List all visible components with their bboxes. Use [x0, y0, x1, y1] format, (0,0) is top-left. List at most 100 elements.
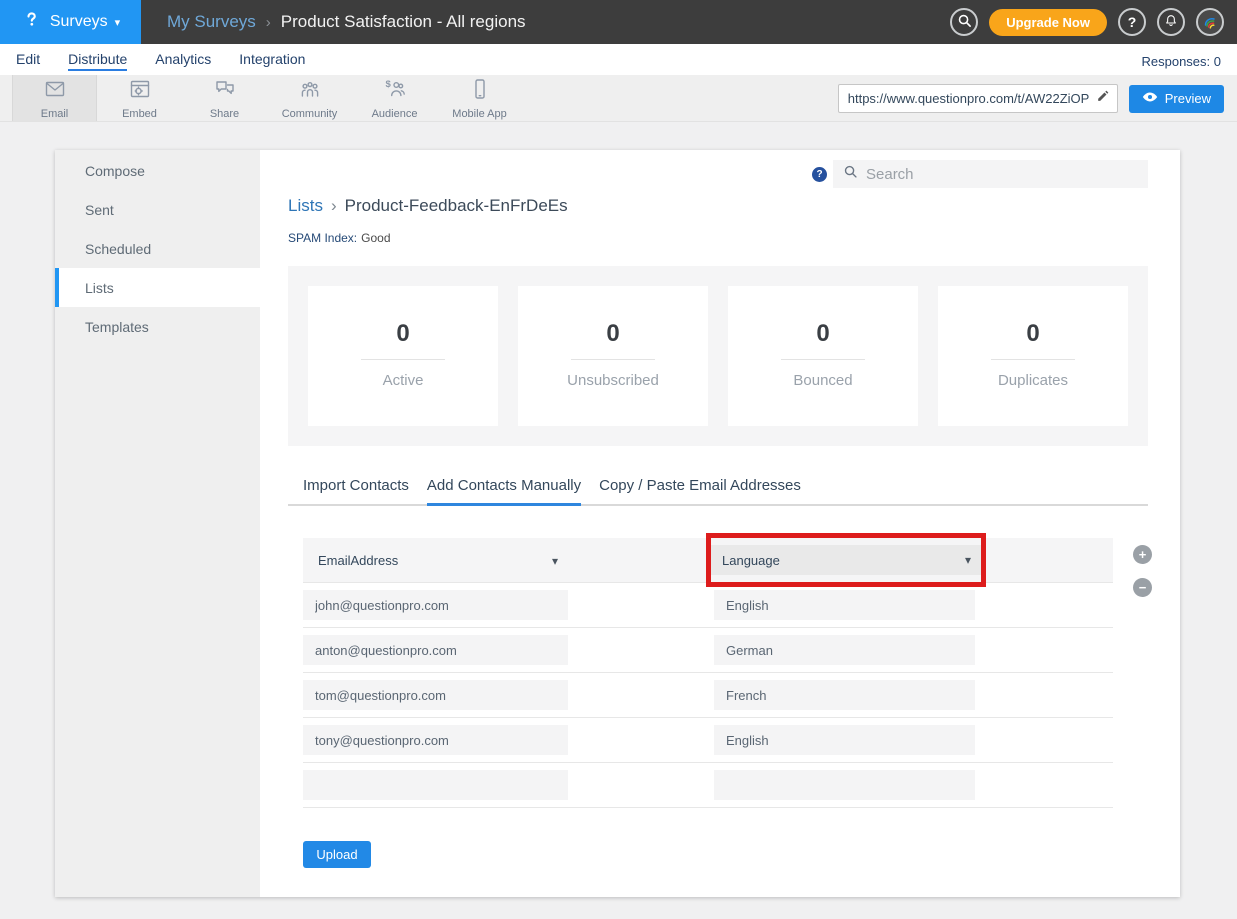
- lists-link[interactable]: Lists: [288, 196, 323, 216]
- topbar-actions: Upgrade Now ?: [950, 8, 1237, 36]
- channel-label: Embed: [122, 108, 157, 120]
- preview-label: Preview: [1165, 91, 1211, 106]
- stat-label: Duplicates: [998, 372, 1068, 389]
- breadcrumb-separator-icon: [331, 196, 337, 216]
- stat-divider: [781, 359, 865, 360]
- breadcrumb-my-surveys[interactable]: My Surveys: [167, 12, 256, 32]
- search-icon: [843, 164, 858, 184]
- stat-card-unsubscribed: 0 Unsubscribed: [518, 286, 708, 426]
- tab-distribute[interactable]: Distribute: [68, 51, 127, 71]
- top-bar: Surveys My Surveys Product Satisfaction …: [0, 0, 1237, 44]
- email-column-select[interactable]: EmailAddress: [318, 538, 558, 583]
- list-name: Product-Feedback-EnFrDeEs: [345, 196, 568, 216]
- survey-url-box: [838, 84, 1118, 113]
- survey-title: Product Satisfaction - All regions: [281, 12, 526, 32]
- search-button[interactable]: [950, 8, 978, 36]
- language-field[interactable]: [714, 770, 975, 800]
- add-row-button[interactable]: +: [1133, 545, 1152, 564]
- contacts-form: EmailAddress Language + − Upload: [303, 538, 1113, 868]
- chevron-down-icon: [965, 553, 971, 567]
- responses-count[interactable]: Responses: 0: [1142, 54, 1222, 71]
- email-sidebar: ComposeSentScheduledListsTemplates: [55, 150, 260, 897]
- tab-analytics[interactable]: Analytics: [155, 51, 211, 71]
- sidebar-item-lists[interactable]: Lists: [55, 268, 260, 307]
- notifications-button[interactable]: [1157, 8, 1185, 36]
- annotation-highlight-box: Language: [706, 533, 986, 587]
- upload-button[interactable]: Upload: [303, 841, 371, 868]
- language-field[interactable]: [714, 590, 975, 620]
- channel-email[interactable]: Email: [12, 75, 97, 121]
- stat-card-active: 0Active: [308, 286, 498, 426]
- sidebar-item-compose[interactable]: Compose: [55, 151, 260, 190]
- chevron-down-icon: [115, 16, 121, 29]
- upgrade-now-button[interactable]: Upgrade Now: [989, 9, 1107, 36]
- table-row: [303, 718, 1113, 763]
- contact-stats-panel: 0Active0Unsubscribed0Bounced0Duplicates: [288, 266, 1148, 446]
- channel-embed[interactable]: Embed: [97, 75, 182, 121]
- stat-divider: [571, 359, 655, 360]
- rainbow-logo-icon: [1200, 11, 1220, 34]
- community-icon: [298, 77, 322, 106]
- table-row: [303, 763, 1113, 808]
- email-field[interactable]: [303, 770, 568, 800]
- question-mark-icon: ?: [1128, 14, 1137, 30]
- spam-index-label: SPAM Index:: [288, 231, 357, 245]
- stat-value: 0: [1026, 320, 1039, 348]
- chevron-down-icon: [552, 554, 558, 568]
- channel-mobile-app[interactable]: Mobile App: [437, 75, 522, 121]
- audience-icon: $: [383, 77, 407, 106]
- language-column-select[interactable]: Language: [711, 545, 981, 575]
- search-input[interactable]: [866, 166, 1138, 183]
- column-selector-row: EmailAddress Language: [303, 538, 1113, 583]
- help-circle-icon[interactable]: ?: [812, 167, 827, 182]
- channel-label: Audience: [372, 108, 418, 120]
- email-field[interactable]: [303, 680, 568, 710]
- tab-integration[interactable]: Integration: [239, 51, 305, 71]
- stat-card-bounced: 0Bounced: [728, 286, 918, 426]
- channel-share[interactable]: Share: [182, 75, 267, 121]
- tab-edit[interactable]: Edit: [16, 51, 40, 71]
- language-field[interactable]: [714, 635, 975, 665]
- stat-value: 0: [606, 320, 619, 348]
- stat-value: 0: [396, 320, 409, 348]
- survey-url-input[interactable]: [848, 91, 1096, 106]
- sidebar-item-templates[interactable]: Templates: [55, 307, 260, 346]
- surveys-product-switcher[interactable]: Surveys: [0, 0, 141, 44]
- email-field[interactable]: [303, 725, 568, 755]
- tab-import-contacts[interactable]: Import Contacts: [303, 477, 409, 504]
- add-contacts-tabs: Import Contacts Add Contacts Manually Copy…: [288, 477, 1148, 506]
- stat-label: Bounced: [793, 372, 852, 389]
- sidebar-item-scheduled[interactable]: Scheduled: [55, 229, 260, 268]
- help-button[interactable]: ?: [1118, 8, 1146, 36]
- content-top-bar: ?: [288, 160, 1180, 188]
- account-avatar[interactable]: [1196, 8, 1224, 36]
- channel-audience[interactable]: $ Audience: [352, 75, 437, 121]
- channel-label: Share: [210, 108, 239, 120]
- stat-label: Unsubscribed: [567, 372, 659, 389]
- email-field[interactable]: [303, 590, 568, 620]
- bell-icon: [1163, 13, 1179, 32]
- channel-label: Email: [41, 108, 69, 120]
- edit-url-pencil-icon[interactable]: [1096, 89, 1110, 108]
- table-row: [303, 673, 1113, 718]
- page-background: ComposeSentScheduledListsTemplates ? Lis…: [0, 122, 1237, 919]
- eye-icon: [1142, 91, 1158, 106]
- breadcrumb-separator-icon: [266, 12, 271, 32]
- list-content: ? Lists Product-Feedback-EnFrDeEs SPAM I…: [260, 150, 1180, 897]
- toolbar-right: Preview: [838, 84, 1224, 113]
- questionpro-logo-icon: [21, 8, 43, 37]
- tab-add-contacts-manually[interactable]: Add Contacts Manually: [427, 477, 581, 504]
- sidebar-item-sent[interactable]: Sent: [55, 190, 260, 229]
- remove-row-button[interactable]: −: [1133, 578, 1152, 597]
- language-field[interactable]: [714, 680, 975, 710]
- svg-text:$: $: [385, 79, 391, 90]
- stat-card-duplicates: 0 Duplicates: [938, 286, 1128, 426]
- channel-community[interactable]: Community: [267, 75, 352, 121]
- language-field[interactable]: [714, 725, 975, 755]
- tab-copy-paste-email-addresses[interactable]: Copy / Paste Email Addresses: [599, 477, 801, 504]
- channel-label: Mobile App: [452, 108, 506, 120]
- email-field[interactable]: [303, 635, 568, 665]
- survey-nav: Edit Distribute Analytics Integration Respo…: [0, 44, 1237, 75]
- channel-label: Community: [282, 108, 338, 120]
- preview-button[interactable]: Preview: [1129, 85, 1224, 113]
